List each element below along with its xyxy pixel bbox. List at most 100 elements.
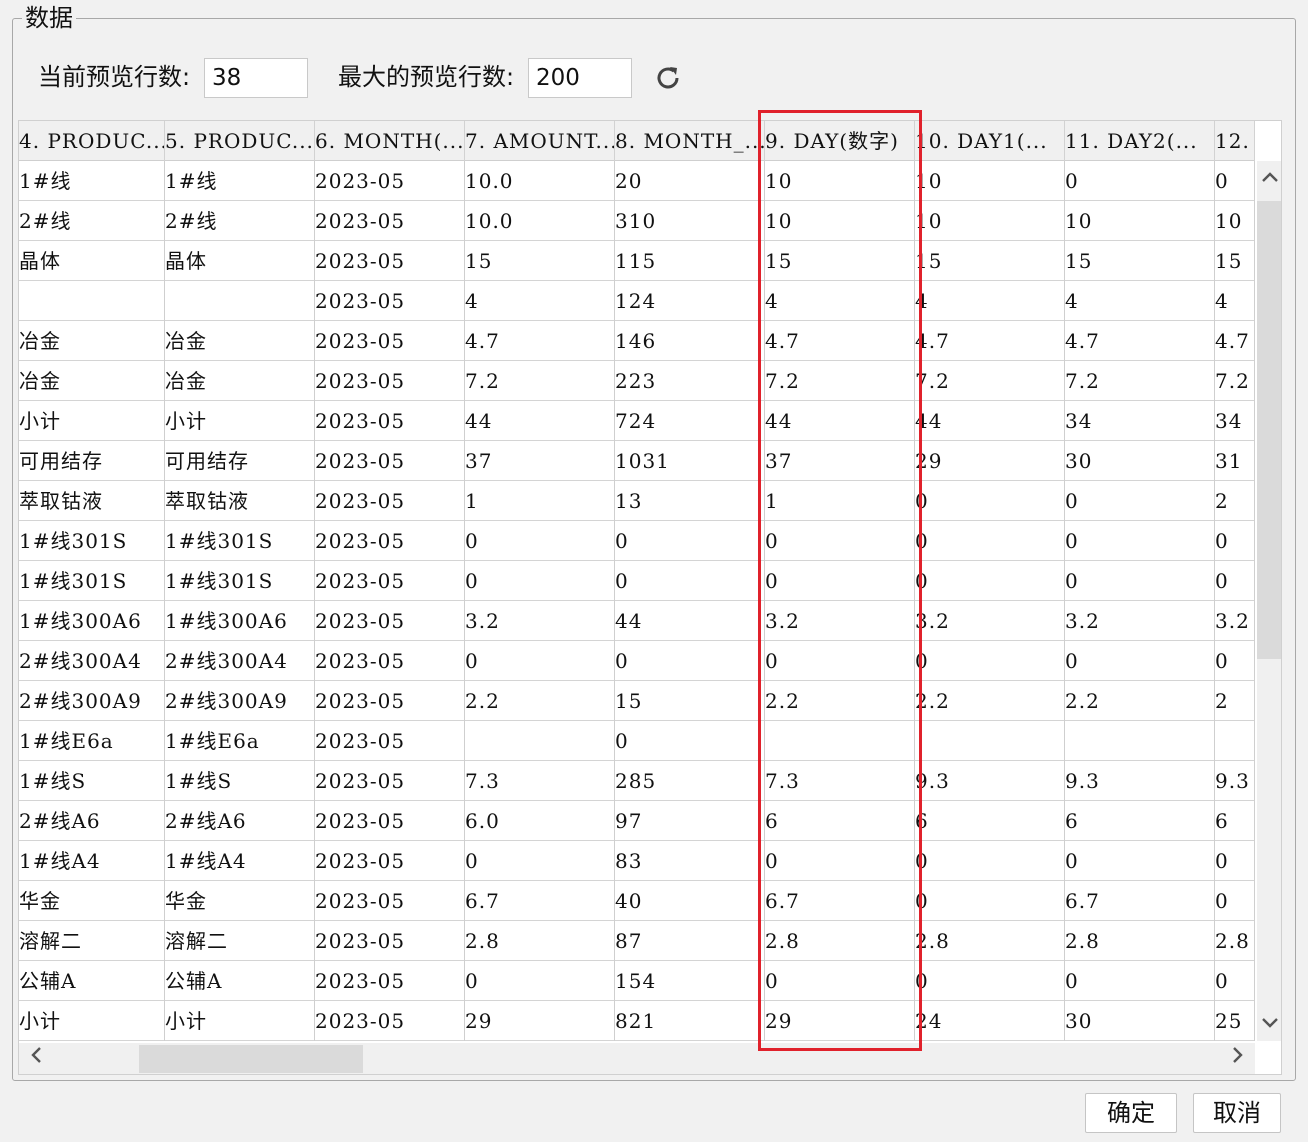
- table-row[interactable]: 小计 小计 2023-05 29 821 29 24 30 25: [19, 1001, 1255, 1041]
- table-row[interactable]: 公辅A 公辅A 2023-05 0 154 0 0 0 0: [19, 961, 1255, 1001]
- table-cell: 1#线301S: [165, 521, 315, 561]
- chevron-up-icon[interactable]: [1257, 165, 1281, 191]
- table-row[interactable]: 小计 小计 2023-05 44 724 44 44 34 34: [19, 401, 1255, 441]
- chevron-down-icon[interactable]: [1257, 1011, 1281, 1037]
- table-cell: 10: [915, 161, 1065, 201]
- table-cell: 2023-05: [315, 401, 465, 441]
- table-cell: 2#线: [19, 201, 165, 241]
- current-preview-input[interactable]: [204, 58, 308, 98]
- table-row[interactable]: 冶金 冶金 2023-05 4.7 146 4.7 4.7 4.7 4.7: [19, 321, 1255, 361]
- table-row[interactable]: 萃取钴液 萃取钴液 2023-05 1 13 1 0 0 2: [19, 481, 1255, 521]
- table-cell: 2#线300A9: [19, 681, 165, 721]
- table-cell: 2#线A6: [19, 801, 165, 841]
- table-cell: 2#线300A9: [165, 681, 315, 721]
- table-cell: 4.7: [1065, 321, 1215, 361]
- current-preview-label: 当前预览行数:: [38, 63, 191, 91]
- max-preview-input[interactable]: [528, 58, 632, 98]
- table-cell: 2#线300A4: [165, 641, 315, 681]
- table-cell: 15: [1065, 241, 1215, 281]
- table-cell: 1#线301S: [19, 521, 165, 561]
- cancel-button[interactable]: 取消: [1193, 1093, 1281, 1133]
- table-row[interactable]: 1#线301S 1#线301S 2023-05 0 0 0 0 0 0: [19, 521, 1255, 561]
- table-cell: 2023-05: [315, 881, 465, 921]
- table-cell: 3.2: [1215, 601, 1255, 641]
- table-cell: 2023-05: [315, 921, 465, 961]
- table-cell: 13: [615, 481, 765, 521]
- refresh-icon[interactable]: [652, 62, 684, 94]
- column-header[interactable]: 6. MONTH(...: [315, 121, 465, 161]
- table-row[interactable]: 2#线300A4 2#线300A4 2023-05 0 0 0 0 0 0: [19, 641, 1255, 681]
- column-header[interactable]: 8. MONTH_...: [615, 121, 765, 161]
- table-row[interactable]: 冶金 冶金 2023-05 7.2 223 7.2 7.2 7.2 7.2: [19, 361, 1255, 401]
- column-header[interactable]: 5. PRODUC...: [165, 121, 315, 161]
- horizontal-scrollbar[interactable]: [19, 1043, 1255, 1074]
- table-cell: 0: [1215, 521, 1255, 561]
- table-row[interactable]: 2#线 2#线 2023-05 10.0 310 10 10 10 10: [19, 201, 1255, 241]
- ok-button[interactable]: 确定: [1085, 1093, 1177, 1133]
- table-cell: 1#线E6a: [19, 721, 165, 761]
- column-header[interactable]: 4. PRODUC...: [19, 121, 165, 161]
- column-header[interactable]: 11. DAY2(...: [1065, 121, 1215, 161]
- chevron-left-icon[interactable]: [23, 1046, 49, 1072]
- table-cell: 1#线E6a: [165, 721, 315, 761]
- group-title: 数据: [22, 4, 76, 32]
- column-header[interactable]: 7. AMOUNT...: [465, 121, 615, 161]
- table-cell: 1#线: [19, 161, 165, 201]
- table-cell: 2023-05: [315, 561, 465, 601]
- table-cell: 25: [1215, 1001, 1255, 1041]
- table-cell: 小计: [165, 1001, 315, 1041]
- max-preview-label: 最大的预览行数:: [338, 63, 515, 91]
- table-row[interactable]: 华金 华金 2023-05 6.7 40 6.7 0 6.7 0: [19, 881, 1255, 921]
- table-row[interactable]: 溶解二 溶解二 2023-05 2.8 87 2.8 2.8 2.8 2.8: [19, 921, 1255, 961]
- table-cell: 30: [1065, 441, 1215, 481]
- table-cell: 31: [1215, 441, 1255, 481]
- table-cell: 20: [615, 161, 765, 201]
- table-row[interactable]: 可用结存 可用结存 2023-05 37 1031 37 29 30 31: [19, 441, 1255, 481]
- horizontal-scroll-thumb[interactable]: [139, 1045, 363, 1073]
- table-cell: 6: [915, 801, 1065, 841]
- table-cell: 7.2: [915, 361, 1065, 401]
- table-row[interactable]: 1#线A4 1#线A4 2023-05 0 83 0 0 0 0: [19, 841, 1255, 881]
- table-cell: 0: [915, 961, 1065, 1001]
- table-cell: 2023-05: [315, 1001, 465, 1041]
- table-cell: 0: [1065, 841, 1215, 881]
- table-cell: 2.8: [465, 921, 615, 961]
- chevron-right-icon[interactable]: [1225, 1046, 1251, 1072]
- table-cell: 2023-05: [315, 241, 465, 281]
- table-cell: 0: [915, 521, 1065, 561]
- table-row[interactable]: 1#线S 1#线S 2023-05 7.3 285 7.3 9.3 9.3 9.3: [19, 761, 1255, 801]
- table-cell: 0: [915, 481, 1065, 521]
- column-header[interactable]: 12.: [1215, 121, 1255, 161]
- table-cell: 4: [1215, 281, 1255, 321]
- table-row[interactable]: 1#线301S 1#线301S 2023-05 0 0 0 0 0 0: [19, 561, 1255, 601]
- table-cell: [915, 721, 1065, 761]
- table-cell: 4.7: [915, 321, 1065, 361]
- table-row[interactable]: 1#线E6a 1#线E6a 2023-05 0: [19, 721, 1255, 761]
- table-cell: 29: [915, 441, 1065, 481]
- table-cell: 0: [465, 961, 615, 1001]
- table-cell: 2023-05: [315, 281, 465, 321]
- table-cell: 10: [1065, 201, 1215, 241]
- column-header[interactable]: 9. DAY(数字): [765, 121, 915, 161]
- table-row[interactable]: 1#线 1#线 2023-05 10.0 20 10 10 0 0: [19, 161, 1255, 201]
- column-header[interactable]: 10. DAY1(...: [915, 121, 1065, 161]
- table-cell: 2#线A6: [165, 801, 315, 841]
- vertical-scroll-thumb[interactable]: [1257, 201, 1281, 659]
- table-cell: 2023-05: [315, 361, 465, 401]
- table-cell: 83: [615, 841, 765, 881]
- table-cell: 223: [615, 361, 765, 401]
- table-row[interactable]: 2023-05 4 124 4 4 4 4: [19, 281, 1255, 321]
- table-cell: 2.8: [765, 921, 915, 961]
- table-row[interactable]: 2#线A6 2#线A6 2023-05 6.0 97 6 6 6 6: [19, 801, 1255, 841]
- table-cell: 9.3: [915, 761, 1065, 801]
- table-row[interactable]: 2#线300A9 2#线300A9 2023-05 2.2 15 2.2 2.2 2.2 2: [19, 681, 1255, 721]
- table-cell: 1#线S: [165, 761, 315, 801]
- vertical-scrollbar[interactable]: [1257, 161, 1281, 1041]
- table-cell: 溶解二: [19, 921, 165, 961]
- table-cell: 30: [1065, 1001, 1215, 1041]
- table-cell: 4.7: [465, 321, 615, 361]
- table-cell: [19, 281, 165, 321]
- table-row[interactable]: 1#线300A6 1#线300A6 2023-05 3.2 44 3.2 3.2 3.2 3.2: [19, 601, 1255, 641]
- table-cell: 0: [1065, 521, 1215, 561]
- table-row[interactable]: 晶体 晶体 2023-05 15 115 15 15 15 15: [19, 241, 1255, 281]
